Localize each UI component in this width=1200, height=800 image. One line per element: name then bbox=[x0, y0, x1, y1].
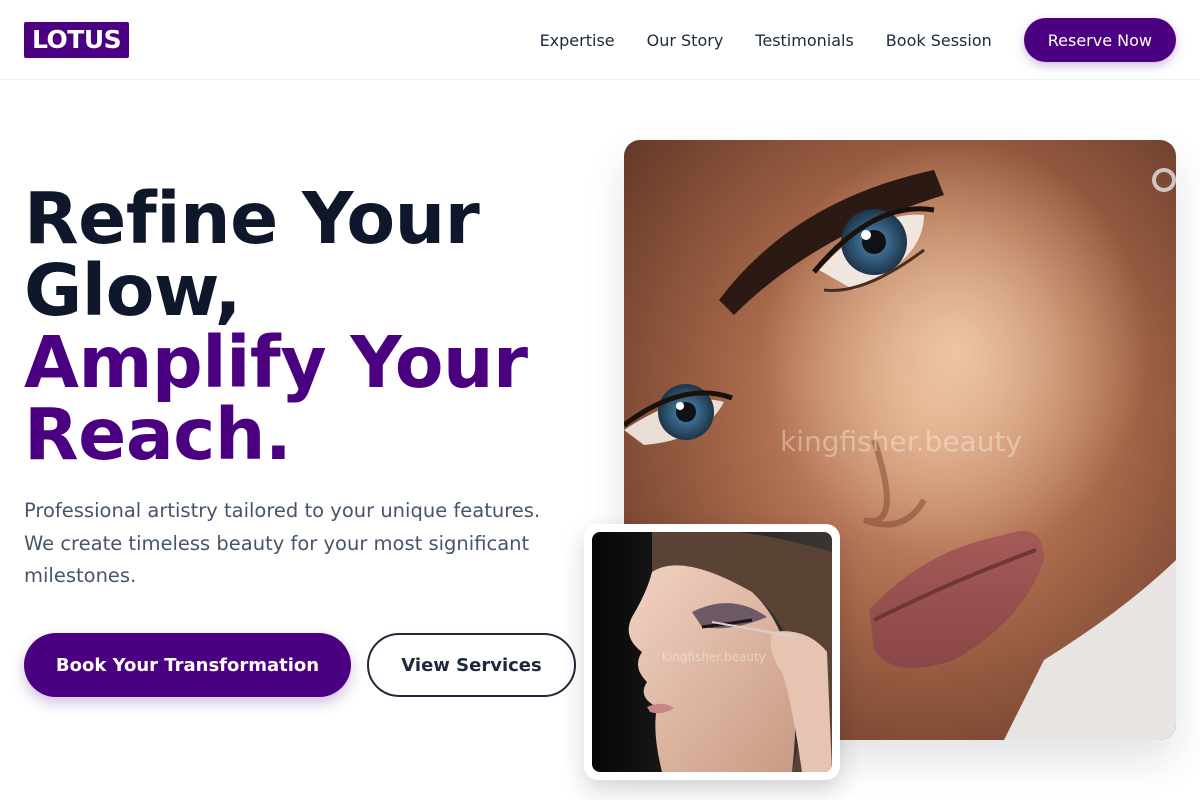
brand-logo[interactable]: LOTUS bbox=[24, 22, 130, 58]
nav-link-expertise[interactable]: Expertise bbox=[540, 31, 615, 50]
site-header: LOTUS Expertise Our Story Testimonials B… bbox=[0, 0, 1200, 80]
nav-link-our-story[interactable]: Our Story bbox=[647, 31, 724, 50]
hero-headline: Refine Your Glow, Amplify Your Reach. bbox=[24, 183, 594, 471]
main-image-watermark: kingfisher.beauty bbox=[780, 425, 1023, 458]
nav-link-testimonials[interactable]: Testimonials bbox=[755, 31, 854, 50]
inset-makeup-image: kingfisher.beauty bbox=[592, 532, 832, 772]
hero-subtext: Professional artistry tailored to your u… bbox=[24, 499, 541, 587]
headline-accent-line-2: Reach. bbox=[24, 393, 292, 476]
main-nav: Expertise Our Story Testimonials Book Se… bbox=[540, 18, 1176, 62]
headline-line-2: Glow, bbox=[24, 249, 241, 332]
headline-accent-line-1: Amplify Your bbox=[24, 321, 528, 404]
inset-photo-card: kingfisher.beauty bbox=[584, 524, 840, 780]
reserve-now-button[interactable]: Reserve Now bbox=[1023, 18, 1176, 62]
view-services-button[interactable]: View Services bbox=[367, 633, 576, 697]
inset-image-watermark: kingfisher.beauty bbox=[662, 650, 766, 664]
book-transformation-button[interactable]: Book Your Transformation bbox=[24, 633, 351, 697]
headline-line-1: Refine Your bbox=[24, 177, 480, 260]
nav-link-book-session[interactable]: Book Session bbox=[886, 31, 992, 50]
